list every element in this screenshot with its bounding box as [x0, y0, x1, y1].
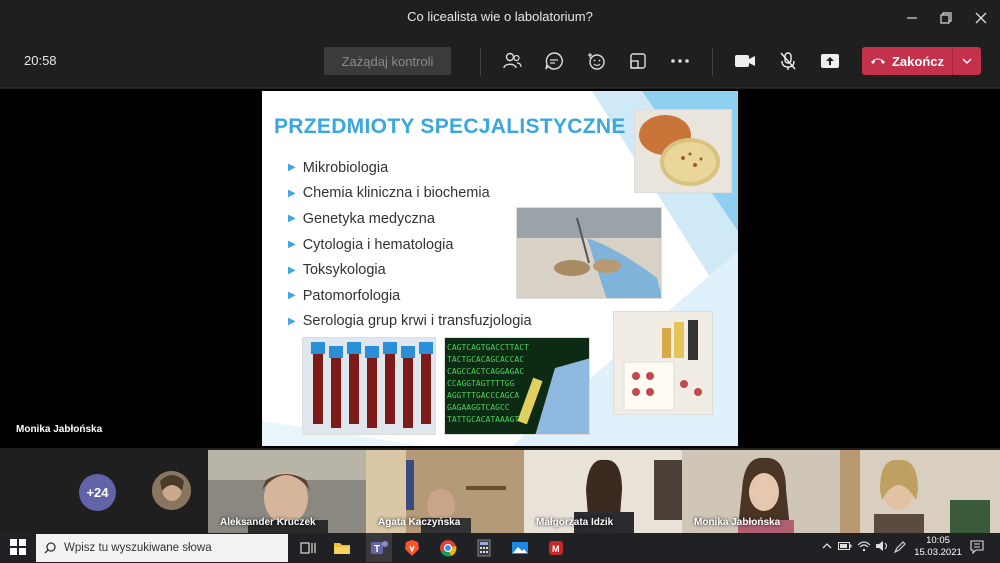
meeting-toolbar: 20:58 Zażądaj kontroli Zakończ [0, 35, 1000, 88]
call-timer: 20:58 [24, 53, 57, 68]
triangle-bullet-icon: ▶ [288, 187, 296, 199]
chrome-browser-icon[interactable] [438, 538, 458, 558]
petri-dish-photo [634, 109, 732, 193]
presentation-slide: PRZEDMIOTY SPECJALISTYCZNE ▶ Mikrobiologi… [262, 91, 738, 446]
breakout-rooms-icon[interactable] [626, 49, 650, 73]
search-icon [44, 542, 56, 554]
reactions-icon[interactable] [584, 49, 608, 73]
list-item-text: Mikrobiologia [302, 159, 389, 176]
taskbar-clock[interactable]: 10:05 15.03.2021 [912, 535, 964, 559]
camera-icon[interactable] [733, 49, 757, 73]
participant-name: Monika Jabłońska [694, 517, 781, 528]
photos-app-icon[interactable] [510, 538, 530, 558]
triangle-bullet-icon: ▶ [288, 264, 296, 276]
triangle-bullet-icon: ▶ [288, 315, 296, 327]
list-item: ▶ Mikrobiologia [288, 155, 532, 181]
clock-date: 15.03.2021 [914, 547, 962, 558]
participant-name: Aleksander Kruczek [220, 517, 316, 528]
participant-video-tile[interactable]: Aleksander Kruczek [208, 450, 366, 533]
search-placeholder: Wpisz tu wyszukiwane słowa [64, 542, 212, 554]
toolbar-divider [480, 48, 481, 76]
list-item: ▶ Genetyka medyczna [288, 206, 532, 232]
triangle-bullet-icon: ▶ [288, 213, 296, 225]
windows-start-icon[interactable] [10, 539, 26, 555]
end-call-main[interactable]: Zakończ [862, 47, 952, 75]
window-title: Co licealista wie o labolatorium? [407, 9, 593, 24]
svg-text:CAGCCACTCAGGAGAC: CAGCCACTCAGGAGAC [447, 367, 524, 376]
participant-video-tile[interactable]: Monika Jabłońska [682, 450, 840, 533]
triangle-bullet-icon: ▶ [288, 239, 296, 251]
participant-name: Małgorzata Idzik [536, 517, 614, 528]
list-item-text: Genetyka medyczna [302, 210, 435, 227]
presenter-name-label: Monika Jabłońska [16, 424, 103, 435]
participant-strip: +24 Aleksander Kruczek Agata Kaczyńska M… [0, 448, 1000, 533]
participants-icon[interactable] [500, 49, 524, 73]
lab-samples-photo [613, 311, 713, 415]
clock-time: 10:05 [926, 535, 950, 546]
list-item-text: Patomorfologia [302, 287, 401, 304]
avatar[interactable] [152, 471, 191, 510]
calculator-icon[interactable] [474, 538, 494, 558]
list-item: ▶ Serologia grup krwi i transfuzjologia [288, 309, 532, 335]
list-item-text: Cytologia i hematologia [302, 236, 454, 253]
list-item: ▶ Chemia kliniczna i biochemia [288, 181, 532, 207]
wifi-icon[interactable] [857, 540, 871, 555]
microphone-muted-icon[interactable] [776, 49, 800, 73]
svg-text:T: T [374, 544, 380, 555]
svg-text:GAGAAGGTCAGCC: GAGAAGGTCAGCC [447, 403, 510, 412]
minimize-icon[interactable] [894, 0, 930, 35]
pen-icon[interactable] [893, 540, 907, 557]
windows-taskbar: Wpisz tu wyszukiwane słowa T M 10:05 15.… [0, 533, 1000, 562]
close-icon[interactable] [963, 0, 999, 35]
participant-name: Agata Kaczyńska [378, 517, 461, 528]
participant-video-tile[interactable] [840, 450, 1000, 533]
end-call-label: Zakończ [891, 53, 944, 69]
svg-text:CAGTCAGTGACCTTACT: CAGTCAGTGACCTTACT [447, 343, 529, 352]
notifications-icon[interactable] [970, 540, 984, 557]
chevron-down-icon[interactable] [953, 47, 981, 75]
more-participants-badge[interactable]: +24 [79, 474, 116, 511]
task-view-icon[interactable] [298, 538, 318, 558]
list-item-text: Chemia kliniczna i biochemia [302, 185, 490, 202]
media-app-icon[interactable]: M [546, 538, 566, 558]
svg-text:AGGTTTGACCCAGCA: AGGTTTGACCCAGCA [447, 391, 519, 400]
tray-chevron-up-icon[interactable] [822, 541, 832, 554]
restore-icon[interactable] [928, 0, 964, 35]
shared-content-stage: PRZEDMIOTY SPECJALISTYCZNE ▶ Mikrobiologi… [0, 89, 1000, 448]
request-control-button[interactable]: Zażądaj kontroli [324, 47, 451, 75]
chat-icon[interactable] [542, 49, 566, 73]
list-item: ▶ Cytologia i hematologia [288, 232, 532, 258]
share-screen-icon[interactable] [818, 49, 842, 73]
list-item-text: Toksykologia [302, 262, 386, 279]
toolbar-divider [712, 48, 713, 76]
participant-video-tile[interactable]: Małgorzata Idzik [524, 450, 682, 533]
brave-browser-icon[interactable] [402, 538, 422, 558]
slide-title: PRZEDMIOTY SPECJALISTYCZNE [274, 115, 626, 138]
more-options-icon[interactable] [668, 49, 692, 73]
participant-video [840, 450, 1000, 533]
participant-video-tile[interactable]: Agata Kaczyńska [366, 450, 524, 533]
battery-icon[interactable] [838, 541, 852, 554]
slide-bullet-list: ▶ Mikrobiologia ▶ Chemia kliniczna i bioch… [288, 155, 532, 334]
title-bar: Co licealista wie o labolatorium? [0, 0, 1000, 35]
blood-tubes-photo [302, 337, 436, 435]
svg-text:CCAGGTAGTTTTGG: CCAGGTAGTTTTGG [447, 379, 515, 388]
teams-app-icon[interactable]: T [366, 533, 392, 562]
volume-icon[interactable] [875, 540, 889, 555]
list-item-text: Serologia grup krwi i transfuzjologia [302, 313, 532, 330]
dissection-photo [516, 207, 662, 299]
triangle-bullet-icon: ▶ [288, 290, 296, 302]
svg-text:M: M [552, 544, 560, 554]
dna-sequence-photo: CAGTCAGTGACCTTACT TACTGCACAGCACCAC CAGCCAC… [444, 337, 590, 435]
end-call-button[interactable]: Zakończ [862, 47, 981, 75]
triangle-bullet-icon: ▶ [288, 162, 296, 174]
svg-text:TATTGCACATAAAGT: TATTGCACATAAAGT [447, 415, 519, 424]
phone-hangup-icon [870, 58, 885, 64]
svg-text:TACTGCACAGCACCAC: TACTGCACAGCACCAC [447, 355, 524, 364]
list-item: ▶ Toksykologia [288, 257, 532, 283]
taskbar-search-box[interactable]: Wpisz tu wyszukiwane słowa [36, 534, 288, 562]
file-explorer-icon[interactable] [332, 538, 352, 558]
list-item: ▶ Patomorfologia [288, 283, 532, 309]
